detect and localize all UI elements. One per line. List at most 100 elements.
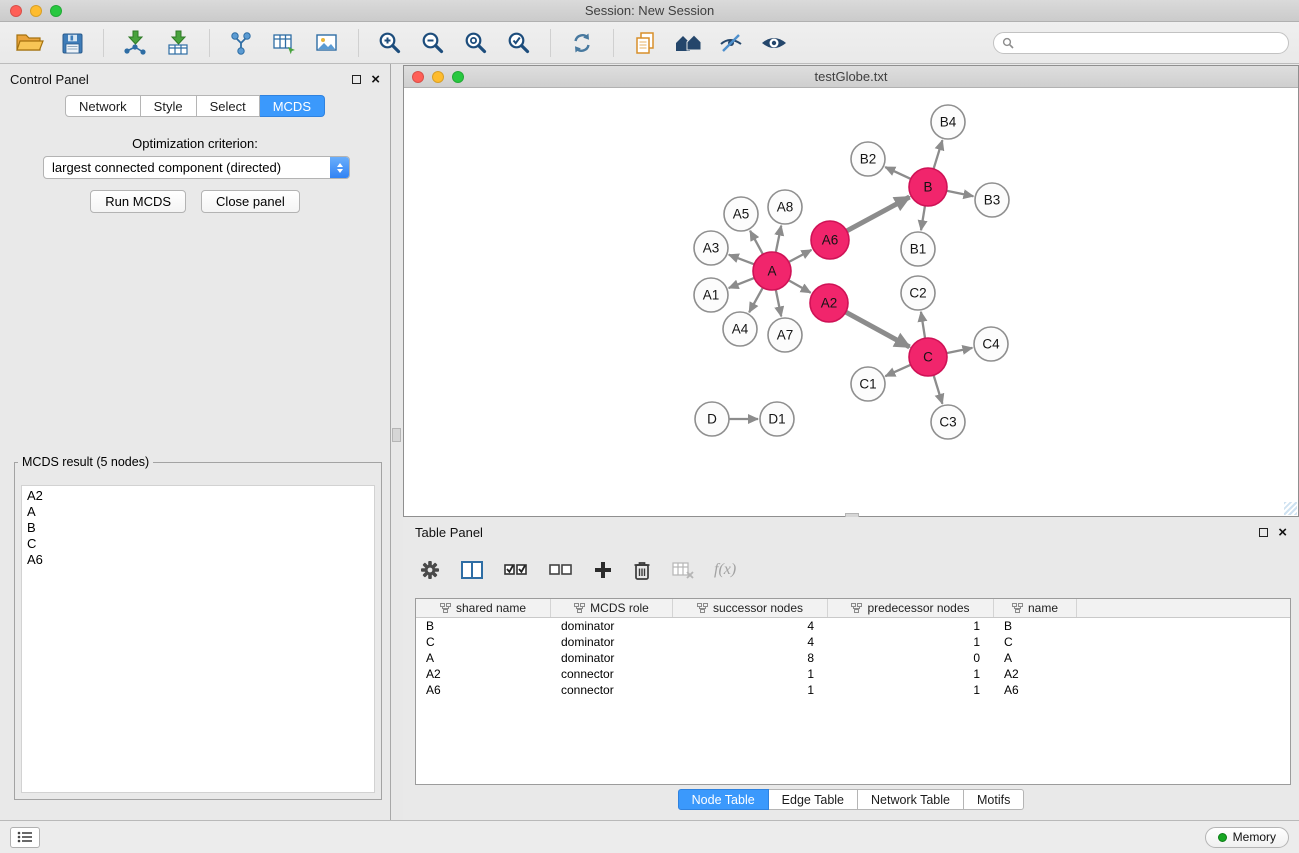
table-cell[interactable]: 1 [828, 618, 994, 634]
delete-column-button[interactable] [632, 559, 652, 581]
table-row[interactable]: A2connector11A2 [416, 666, 1290, 682]
tab-motifs[interactable]: Motifs [964, 789, 1024, 810]
search-input[interactable] [1019, 36, 1280, 50]
column-header-successor-nodes[interactable]: successor nodes [673, 599, 828, 617]
tab-select[interactable]: Select [197, 95, 260, 117]
close-panel-button[interactable]: Close panel [201, 190, 300, 213]
table-cell[interactable]: dominator [551, 618, 673, 634]
task-history-button[interactable] [10, 827, 40, 848]
table-row[interactable]: A6connector11A6 [416, 682, 1290, 698]
table-cell[interactable]: A [416, 650, 551, 666]
zoom-selected-button[interactable] [500, 25, 538, 61]
close-table-panel-icon[interactable]: × [1278, 525, 1287, 540]
column-header-shared-name[interactable]: shared name [416, 599, 551, 617]
graph-edge-A-A1[interactable] [729, 278, 755, 288]
graph-node-B1[interactable]: B1 [901, 232, 935, 266]
table-cell[interactable]: 1 [828, 666, 994, 682]
graph-node-C1[interactable]: C1 [851, 367, 885, 401]
graph-node-B[interactable]: B [909, 168, 947, 206]
splitter-handle[interactable] [392, 428, 401, 442]
table-cell[interactable]: A6 [416, 682, 551, 698]
graph-node-B3[interactable]: B3 [975, 183, 1009, 217]
close-panel-icon[interactable]: × [371, 72, 380, 87]
graph-node-D1[interactable]: D1 [760, 402, 794, 436]
export-table-button[interactable] [265, 25, 303, 61]
graph-node-D[interactable]: D [695, 402, 729, 436]
network-zoom-button[interactable] [452, 71, 464, 83]
zoom-out-button[interactable] [414, 25, 452, 61]
graph-node-A4[interactable]: A4 [723, 312, 757, 346]
table-cell[interactable]: 0 [828, 650, 994, 666]
table-cell[interactable]: 4 [673, 634, 828, 650]
result-item[interactable]: A2 [22, 488, 374, 504]
table-cell[interactable]: 4 [673, 618, 828, 634]
table-cell[interactable]: B [416, 618, 551, 634]
table-row[interactable]: Bdominator41B [416, 618, 1290, 634]
show-hide-button[interactable] [755, 25, 793, 61]
table-settings-button[interactable] [419, 559, 441, 581]
graph-edge-C-C3[interactable] [934, 375, 943, 404]
graph-node-C[interactable]: C [909, 338, 947, 376]
table-cell[interactable]: dominator [551, 650, 673, 666]
graph-edge-A-A2[interactable] [789, 280, 811, 292]
table-cell[interactable]: 1 [673, 666, 828, 682]
tab-edge-table[interactable]: Edge Table [769, 789, 858, 810]
graph-edge-B-B2[interactable] [885, 167, 911, 179]
table-cell[interactable]: 1 [828, 682, 994, 698]
tab-mcds[interactable]: MCDS [260, 95, 325, 117]
select-all-columns-button[interactable] [503, 559, 529, 581]
table-cell[interactable]: 1 [673, 682, 828, 698]
result-item[interactable]: C [22, 536, 374, 552]
show-columns-button[interactable] [460, 559, 484, 581]
close-window-button[interactable] [10, 5, 22, 17]
result-item[interactable]: A [22, 504, 374, 520]
zoom-window-button[interactable] [50, 5, 62, 17]
network-minimize-button[interactable] [432, 71, 444, 83]
graph-node-B4[interactable]: B4 [931, 105, 965, 139]
table-cell[interactable]: connector [551, 666, 673, 682]
network-close-button[interactable] [412, 71, 424, 83]
graph-edge-C-C2[interactable] [921, 312, 925, 338]
refresh-layout-button[interactable] [563, 25, 601, 61]
graph-node-A6[interactable]: A6 [811, 221, 849, 259]
table-cell[interactable]: 8 [673, 650, 828, 666]
graph-edge-C-C1[interactable] [885, 365, 910, 376]
tab-network[interactable]: Network [65, 95, 141, 117]
table-cell[interactable]: A [994, 650, 1077, 666]
graph-edge-A6-B[interactable] [847, 197, 910, 231]
graph-node-A7[interactable]: A7 [768, 318, 802, 352]
graph-node-C4[interactable]: C4 [974, 327, 1008, 361]
add-column-button[interactable] [593, 560, 613, 580]
export-image-button[interactable] [308, 25, 346, 61]
open-session-button[interactable] [10, 25, 48, 61]
table-cell[interactable]: A2 [416, 666, 551, 682]
home-button[interactable] [669, 25, 707, 61]
function-builder-button[interactable]: f(x) [714, 561, 736, 579]
table-cell[interactable]: 1 [828, 634, 994, 650]
result-item[interactable]: B [22, 520, 374, 536]
graph-edge-B-B4[interactable] [934, 140, 943, 169]
window-resize-grip[interactable] [1284, 502, 1297, 515]
memory-button[interactable]: Memory [1205, 827, 1289, 848]
table-cell[interactable]: C [994, 634, 1077, 650]
criterion-dropdown[interactable]: largest connected component (directed) [43, 156, 350, 179]
graph-node-A2[interactable]: A2 [810, 284, 848, 322]
table-cell[interactable]: C [416, 634, 551, 650]
toolbar-search[interactable] [993, 32, 1289, 54]
graph-edge-A2-C[interactable] [846, 312, 910, 347]
import-network-file-button[interactable] [116, 25, 154, 61]
column-header-predecessor-nodes[interactable]: predecessor nodes [828, 599, 994, 617]
table-cell[interactable]: dominator [551, 634, 673, 650]
float-table-panel-icon[interactable] [1259, 528, 1268, 537]
copy-document-button[interactable] [626, 25, 664, 61]
graph-edge-A-A6[interactable] [789, 250, 812, 262]
tab-node-table[interactable]: Node Table [678, 789, 769, 810]
save-session-button[interactable] [53, 25, 91, 61]
deselect-all-columns-button[interactable] [548, 559, 574, 581]
column-header-name[interactable]: name [994, 599, 1077, 617]
minimize-window-button[interactable] [30, 5, 42, 17]
graph-node-A3[interactable]: A3 [694, 231, 728, 265]
graph-edge-A-A3[interactable] [729, 255, 754, 265]
graph-edge-B-B3[interactable] [947, 191, 974, 196]
graph-node-A5[interactable]: A5 [724, 197, 758, 231]
